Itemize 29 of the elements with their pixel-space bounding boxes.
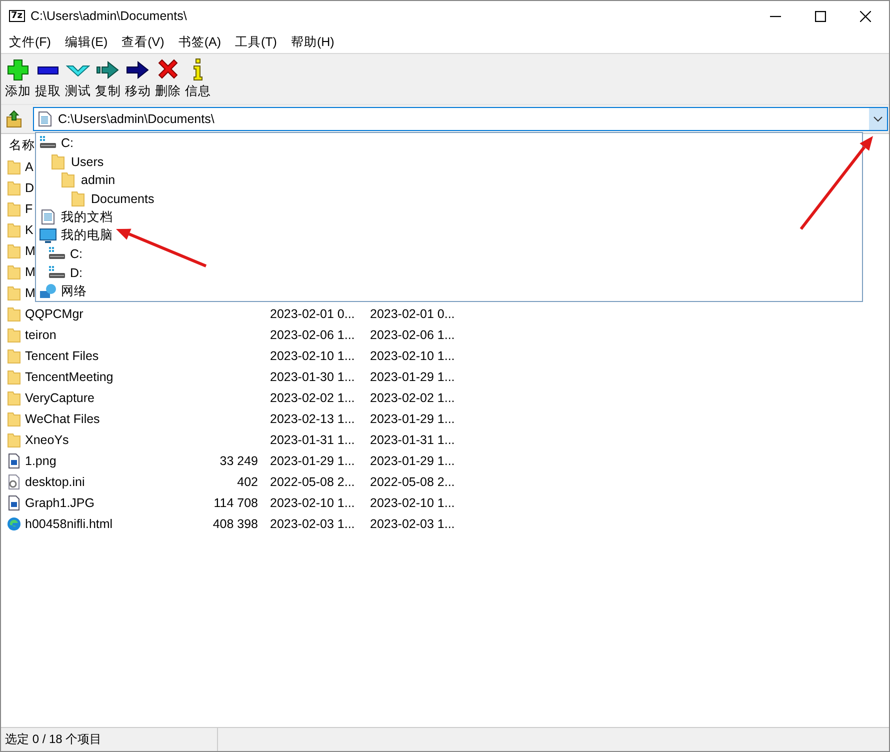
window-title: C:\Users\admin\Documents\ (30, 9, 187, 23)
date-cell-text: 2023-01-29 1... (370, 370, 456, 384)
date-cell-text: 2023-02-10 1... (370, 348, 456, 362)
date-cell-text: 2023-01-29 1... (370, 412, 456, 426)
date-cell-text: 2023-01-31 1... (370, 432, 456, 446)
size-cell-text: 33 249 (218, 454, 258, 468)
date-cell-text: 2023-02-03 1... (370, 516, 456, 530)
size-cell-text: 402 (236, 474, 258, 488)
date-cell-text: 2023-02-10 1... (270, 496, 356, 510)
date-cell-text: 2023-02-03 1... (270, 516, 356, 530)
date-cell-text: 2023-02-01 0... (270, 306, 356, 320)
app-logo: 7z (9, 10, 25, 22)
date-cell-text: 2022-05-08 2... (270, 474, 356, 488)
date-cell-text: 2023-02-01 0... (370, 306, 456, 320)
date-cell-text: 2023-02-06 1... (270, 328, 356, 342)
date-cell-text: 2023-02-02 1... (370, 390, 456, 404)
size-cell-text: 408 398 (212, 516, 258, 530)
date-cell-text: 2023-02-10 1... (270, 348, 356, 362)
date-cell-text: 2023-02-13 1... (270, 412, 356, 426)
date-cell-text: 2023-02-06 1... (370, 328, 456, 342)
status-text: 选定 0 / 18 个项目 (1, 728, 218, 751)
date-cell-text: 2023-02-02 1... (270, 390, 356, 404)
date-cell-text: 2023-01-29 1... (270, 454, 356, 468)
date-cell-text: 2022-05-08 2... (370, 474, 456, 488)
date-cell-text: 2023-01-29 1... (370, 454, 456, 468)
date-cell-text: 2023-01-30 1... (270, 370, 356, 384)
date-cell-text: 2023-01-31 1... (270, 432, 356, 446)
size-cell-text: 114 708 (212, 496, 258, 510)
date-cell-text: 2023-02-10 1... (370, 496, 456, 510)
